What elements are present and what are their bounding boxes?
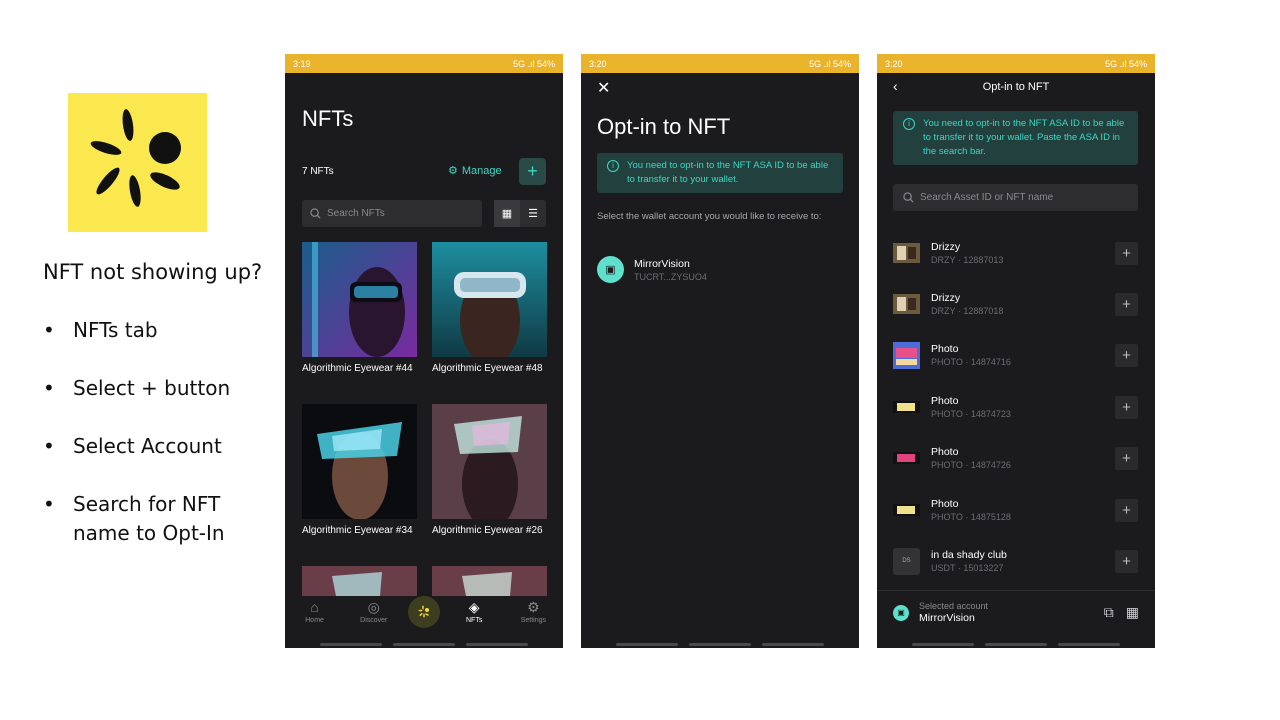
nft-card[interactable]: Algorithmic Eyewear #26 [432,404,547,537]
select-account-instructions: Select the wallet account you would like… [597,211,822,222]
asset-thumbnail [893,445,920,472]
asset-row[interactable]: Drizzy DRZY · 12887018 + [893,284,1138,324]
phone-optin-search-screen: 3:20 5G .ıl 54% ‹ Opt-in to NFT i You ne… [877,54,1155,648]
gesture-bar [877,643,1155,646]
slide-bullet-list: • NFTs tab • Select + button • Select Accou… [43,316,273,577]
wallet-icon: ▣ [597,256,624,283]
tab-discover[interactable]: ◎ Discover [349,600,399,624]
globe-icon: ◎ [367,599,380,615]
nft-count: 7 NFTs [302,166,334,177]
gesture-bar [581,643,859,646]
asset-thumbnail [893,497,920,524]
phone-optin-account-screen: 3:20 5G .ıl 54% ✕ Opt-in to NFT i You ne… [581,54,859,648]
wallet-icon: ▣ [893,604,909,621]
asset-thumbnail [893,394,920,421]
nft-card[interactable]: Algorithmic Eyewear #48 [432,242,547,375]
phone-nfts-screen: 3:19 5G .ıl 54% NFTs 7 NFTs ⚙ Manage + S… [285,54,563,648]
asset-thumbnail: DS [893,547,920,575]
manage-button[interactable]: ⚙ Manage [448,164,502,178]
nft-image [432,404,547,519]
nft-image [302,242,417,357]
nft-image [302,404,417,519]
add-asset-button[interactable]: + [1115,446,1138,470]
account-option[interactable]: ▣ MirrorVision TUCRT...ZYSUO4 [597,256,707,283]
add-asset-button[interactable]: + [1115,549,1138,573]
asset-row[interactable]: Photo PHOTO · 14875128 + [893,490,1138,530]
pera-logo-icon [418,605,429,618]
nft-image [432,242,547,357]
asset-row[interactable]: Drizzy DRZY · 12887013 + [893,233,1138,273]
grid-view-icon[interactable]: ▦ [494,200,520,227]
asset-thumbnail [893,291,920,318]
nft-card[interactable]: Algorithmic Eyewear #34 [302,404,417,537]
list-view-icon[interactable]: ☰ [520,200,546,227]
bullet-item: • NFTs tab [43,318,158,342]
status-bar: 3:19 5G .ıl 54% [285,54,563,73]
add-asset-button[interactable]: + [1115,292,1138,316]
bullet-item: • Select Account [43,434,222,458]
home-icon: ⌂ [310,599,319,615]
add-asset-button[interactable]: + [1115,498,1138,522]
page-title: Opt-in to NFT [982,81,1050,93]
slide-title: NFT not showing up? [43,260,263,284]
bullet-item: • Select + button [43,376,231,400]
qr-code-icon[interactable]: ▦ [1126,604,1139,621]
bullet-item: • Search for NFT name to Opt-In [43,492,225,545]
info-icon: i [903,118,915,130]
nft-card[interactable]: Algorithmic Eyewear #44 [302,242,417,375]
copy-icon[interactable]: ⧉ [1104,604,1114,621]
pera-action-button[interactable] [407,596,440,628]
pera-logo [68,93,207,232]
search-icon [310,208,321,219]
add-asset-button[interactable]: + [1115,343,1138,367]
asset-row[interactable]: Photo PHOTO · 14874723 + [893,387,1138,427]
status-bar: 3:20 5G .ıl 54% [581,54,859,73]
gesture-bar [285,643,563,646]
search-nfts-input[interactable]: Search NFTs [302,200,482,227]
asset-row[interactable]: DS in da shady club USDT · 15013227 + [893,541,1138,581]
asset-row[interactable]: Photo PHOTO · 14874716 + [893,335,1138,375]
tab-home[interactable]: ⌂ Home [290,600,340,624]
close-icon[interactable]: ✕ [597,78,610,98]
sliders-icon: ⚙ [448,165,458,177]
search-icon [903,192,914,203]
add-nft-button[interactable]: + [519,158,546,185]
asset-thumbnail [893,341,920,369]
info-icon: i [607,160,619,172]
page-title: NFTs [302,106,354,131]
asset-thumbnail [893,240,920,267]
page-title: Opt-in to NFT [597,114,731,139]
search-asset-input[interactable]: Search Asset ID or NFT name [893,184,1138,211]
gear-icon: ⚙ [527,599,540,615]
add-asset-button[interactable]: + [1115,395,1138,419]
tab-settings[interactable]: ⚙ Settings [508,600,558,624]
add-asset-button[interactable]: + [1115,241,1138,265]
selected-account-bar[interactable]: ▣ Selected account MirrorVision ⧉ ▦ [877,590,1155,634]
view-toggle: ▦ ☰ [494,200,546,227]
asset-row[interactable]: Photo PHOTO · 14874726 + [893,438,1138,478]
pera-logo-icon [90,109,181,207]
info-banner: i You need to opt-in to the NFT ASA ID t… [893,111,1138,165]
info-banner: i You need to opt-in to the NFT ASA ID t… [597,153,843,193]
status-bar: 3:20 5G .ıl 54% [877,54,1155,73]
tab-nfts[interactable]: ◈ NFTs [449,600,499,624]
stack-icon: ◈ [468,599,480,615]
bottom-nav: ⌂ Home ◎ Discover ◈ NFTs ⚙ Settings [285,590,563,634]
